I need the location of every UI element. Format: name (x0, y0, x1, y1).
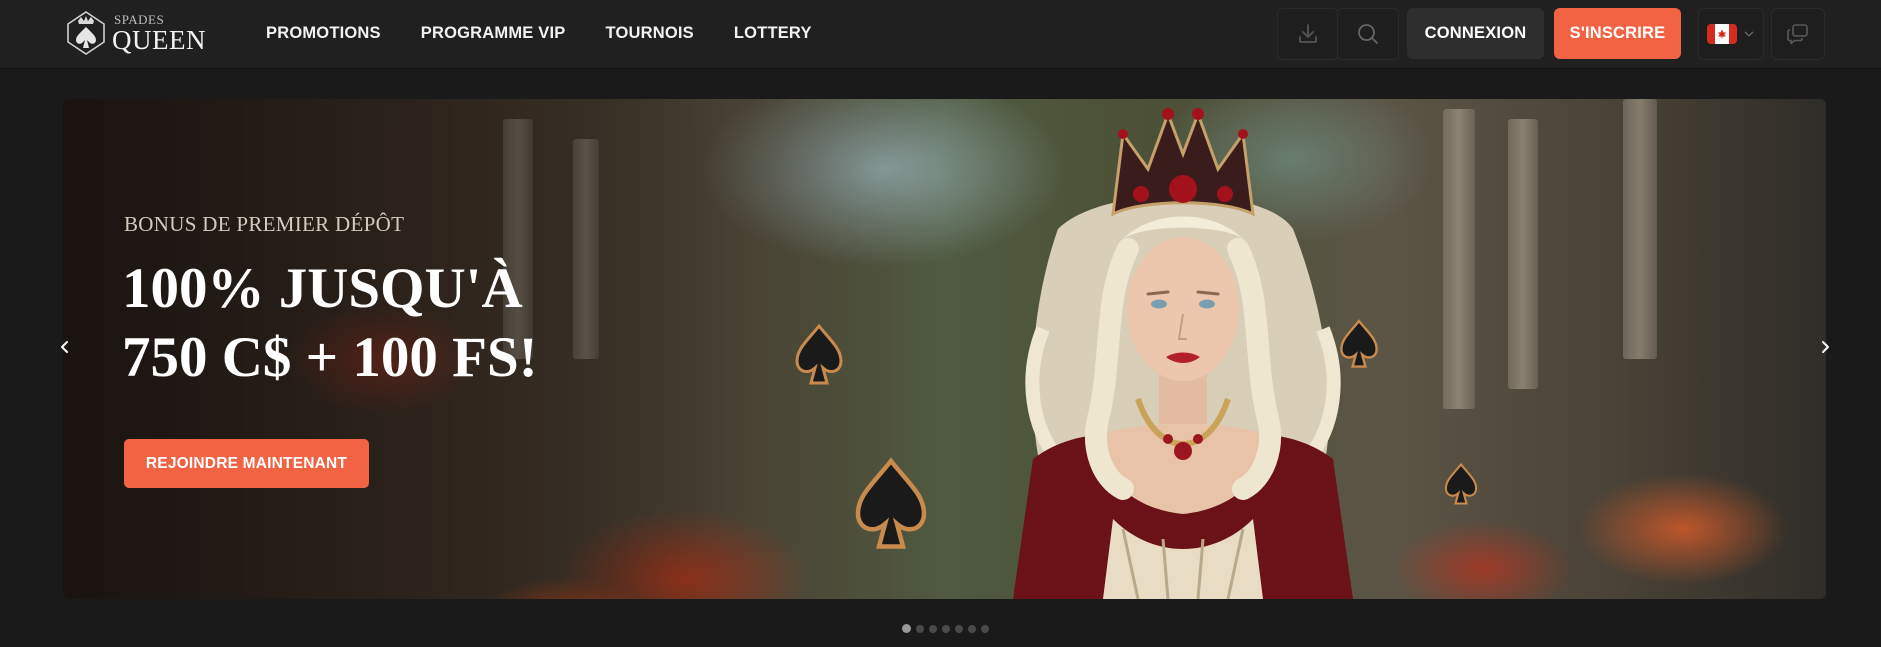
nav-item-promotions[interactable]: PROMOTIONS (266, 24, 381, 43)
carousel-dot-3[interactable] (929, 624, 937, 633)
spade-crown-logo-icon (67, 11, 105, 55)
login-button[interactable]: CONNEXION (1407, 8, 1544, 59)
carousel-prev-button[interactable] (50, 332, 80, 362)
chevron-right-icon (1822, 341, 1829, 353)
carousel-dot-1[interactable] (902, 624, 911, 633)
carousel-next-button[interactable] (1810, 332, 1840, 362)
register-button[interactable]: S'INSCRIRE (1554, 8, 1681, 59)
hero-eyebrow: BONUS DE PREMIER DÉPÔT (124, 212, 405, 236)
floating-spade-icon (1340, 319, 1378, 368)
download-button[interactable] (1277, 8, 1339, 60)
canada-flag-icon (1707, 24, 1737, 44)
search-button[interactable] (1337, 8, 1399, 60)
carousel-pagination (902, 624, 989, 633)
carousel-dot-5[interactable] (955, 624, 963, 633)
hero-banner[interactable]: BONUS DE PREMIER DÉPÔT 100% JUSQU'À 750 … (63, 99, 1826, 599)
search-icon (1358, 24, 1378, 44)
brand-name: SPADES QUEEN (112, 13, 206, 54)
chevron-left-icon (61, 341, 68, 353)
chat-icon (1787, 24, 1808, 45)
nav-item-vip-programme[interactable]: PROGRAMME VIP (421, 24, 566, 43)
join-now-button[interactable]: REJOINDRE MAINTENANT (124, 439, 369, 488)
nav-item-lottery[interactable]: LOTTERY (734, 24, 812, 43)
language-selector[interactable] (1698, 8, 1764, 60)
hero-headline: 100% JUSQU'À 750 C$ + 100 FS! (122, 254, 538, 392)
download-icon (1299, 24, 1317, 43)
main-nav: PROMOTIONS PROGRAMME VIP TOURNOIS LOTTER… (266, 0, 852, 66)
hero-headline-line1: 100% JUSQU'À (122, 257, 523, 320)
nav-item-tournaments[interactable]: TOURNOIS (605, 24, 693, 43)
floating-spade-icon (855, 457, 927, 549)
carousel-dot-2[interactable] (916, 624, 924, 633)
floating-spade-icon (795, 323, 843, 385)
carousel-dot-6[interactable] (968, 624, 976, 633)
brand-logo[interactable]: SPADES QUEEN (64, 9, 206, 57)
top-header: SPADES QUEEN PROMOTIONS PROGRAMME VIP TO… (0, 0, 1881, 69)
hero-headline-line2: 750 C$ + 100 FS! (122, 326, 538, 389)
carousel-dot-4[interactable] (942, 624, 950, 633)
carousel-dot-7[interactable] (981, 624, 989, 633)
brand-name-big: QUEEN (112, 24, 206, 55)
floating-spade-icon (1444, 462, 1478, 505)
chevron-down-icon (1744, 31, 1754, 37)
brand-name-small: SPADES (114, 11, 165, 27)
chat-button[interactable] (1771, 8, 1825, 60)
